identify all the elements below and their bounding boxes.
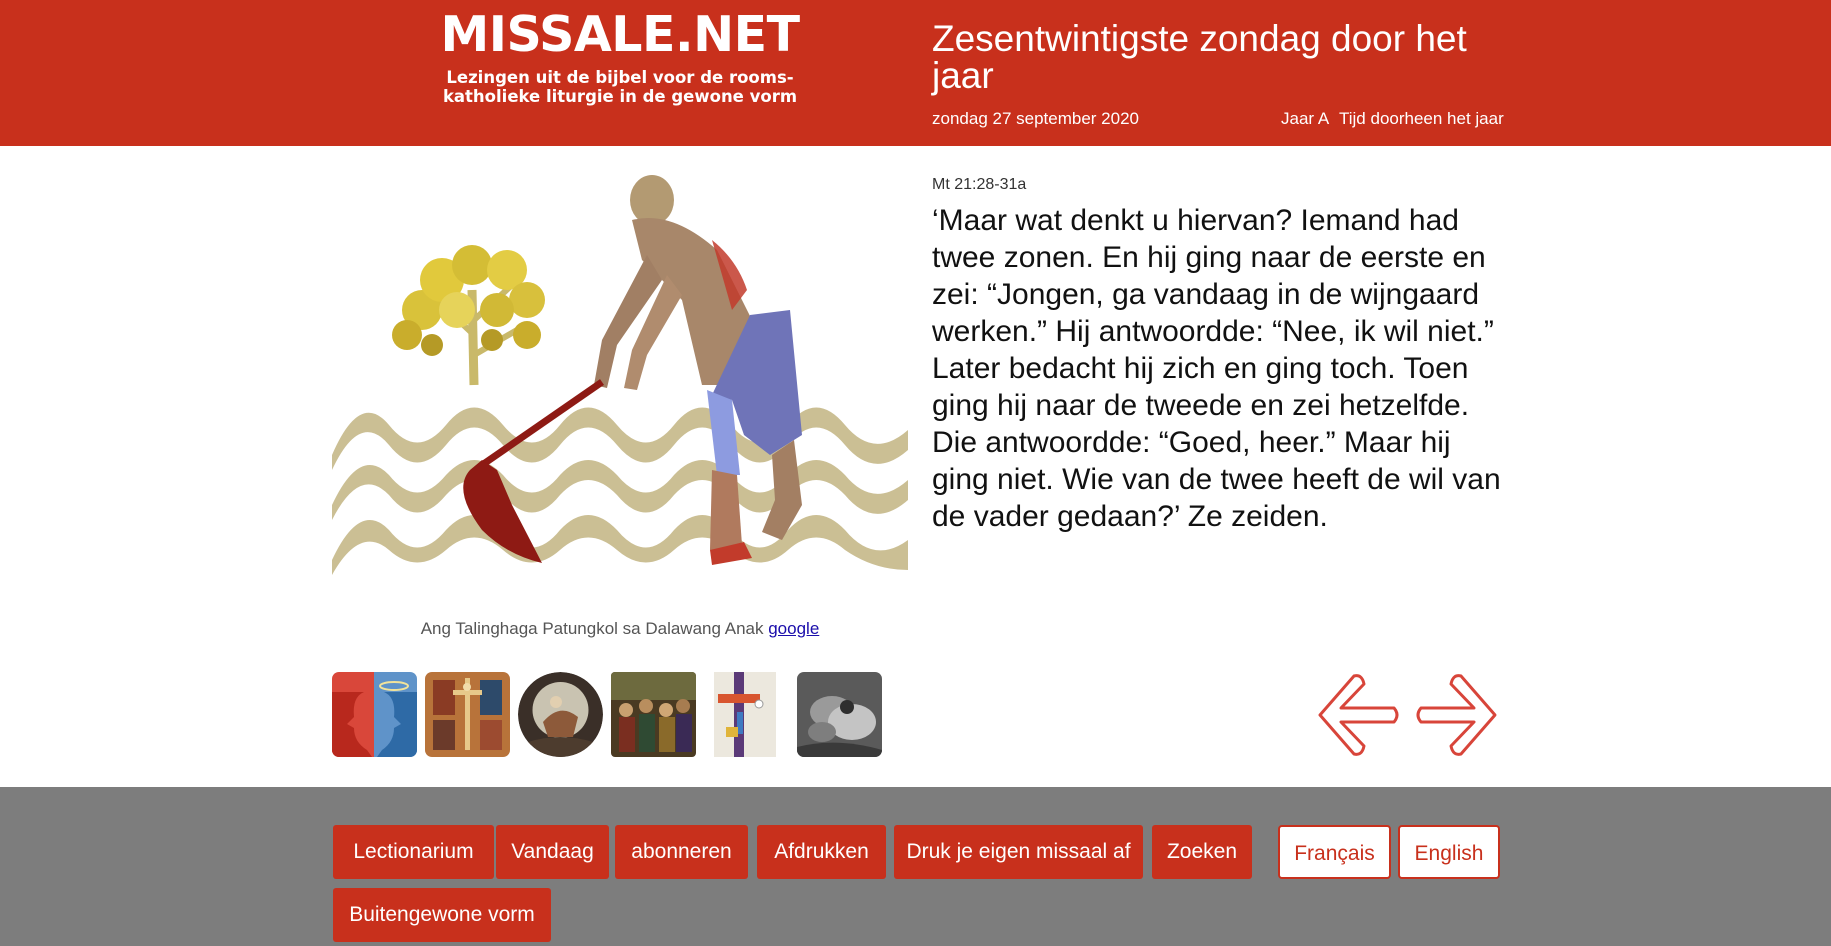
site-title[interactable]: MISSALE.NET xyxy=(390,2,850,68)
arrow-right-icon[interactable] xyxy=(1413,670,1501,760)
image-credit: Ang Talinghaga Patungkol sa Dalawang Ana… xyxy=(332,619,908,639)
fig-tree xyxy=(392,245,545,386)
thumbnail-round-painting[interactable] xyxy=(518,672,603,757)
brand[interactable]: MISSALE.NET Lezingen uit de bijbel voor … xyxy=(390,0,850,106)
lectionary-button[interactable]: Lectionarium xyxy=(333,825,494,879)
image-source-link[interactable]: google xyxy=(768,619,819,638)
thumbnail-bw-photo[interactable] xyxy=(797,672,882,757)
day-title: Zesentwintigste zondag door het jaar xyxy=(932,18,1467,96)
print-missal-button[interactable]: Druk je eigen missaal af xyxy=(894,825,1143,879)
reading-reference: Mt 21:28-31a xyxy=(932,176,1027,193)
field-waves xyxy=(332,407,908,575)
language-english-button[interactable]: English xyxy=(1398,825,1500,879)
language-french-button[interactable]: Français xyxy=(1278,825,1391,879)
subscribe-button[interactable]: abonneren xyxy=(615,825,748,879)
site-footer: Lectionarium Vandaag abonneren Afdrukken… xyxy=(0,787,1831,946)
thumbnail-crowd-painting[interactable] xyxy=(611,672,696,757)
search-button[interactable]: Zoeken xyxy=(1152,825,1252,879)
liturgical-year: Jaar A xyxy=(1281,109,1330,128)
image-caption: Ang Talinghaga Patungkol sa Dalawang Ana… xyxy=(420,619,764,638)
today-button[interactable]: Vandaag xyxy=(496,825,609,879)
site-header: MISSALE.NET Lezingen uit de bijbel voor … xyxy=(0,0,1831,146)
reading-illustration xyxy=(332,175,908,575)
day-date: zondag 27 september 2020 xyxy=(932,109,1139,128)
liturgical-season: Tijd doorheen het jaar xyxy=(1339,109,1504,128)
site-subtitle: Lezingen uit de bijbel voor de rooms-kat… xyxy=(442,68,798,106)
arrow-left-icon[interactable] xyxy=(1314,670,1402,760)
extraordinary-form-button[interactable]: Buitengewone vorm xyxy=(333,888,551,942)
reading-text: ‘Maar wat denkt u hiervan? Iemand had tw… xyxy=(932,204,1501,533)
print-button[interactable]: Afdrukken xyxy=(757,825,886,879)
thumbnail-two-faces[interactable] xyxy=(332,672,417,757)
thumbnail-crucifixion-altarpiece[interactable] xyxy=(425,672,510,757)
thumbnail-colored-cross[interactable] xyxy=(704,672,789,757)
